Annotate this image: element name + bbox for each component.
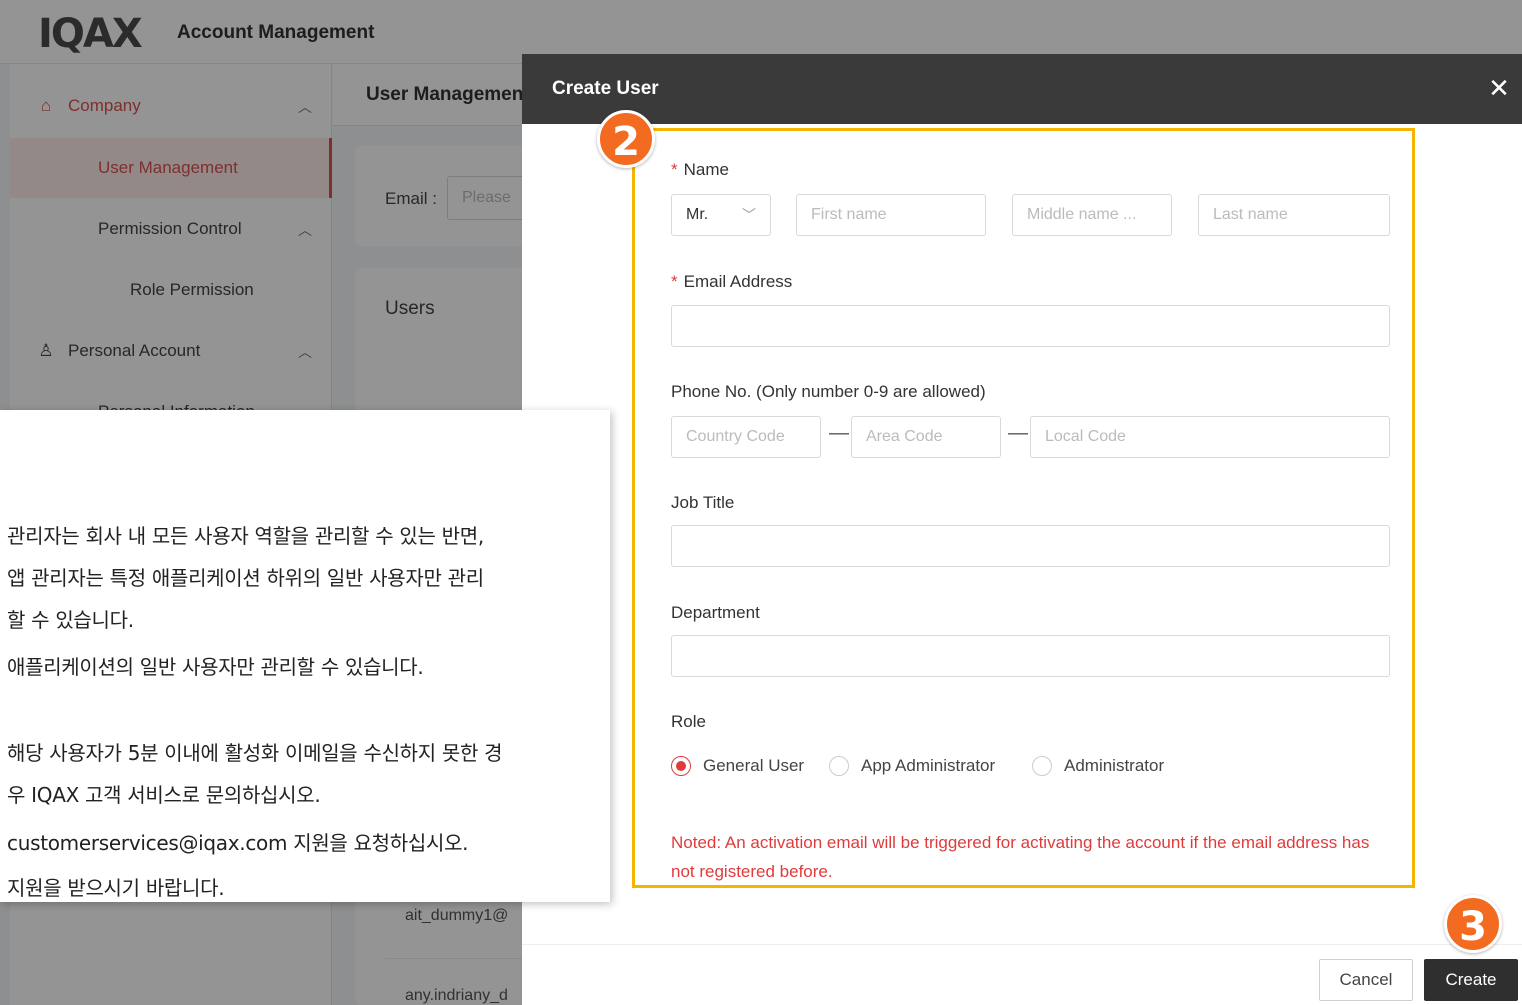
cancel-button[interactable]: Cancel [1319, 959, 1413, 1001]
modal-header: Create User ✕ [522, 54, 1522, 124]
email-field[interactable] [671, 305, 1390, 347]
instruction-callout: 관리자는 회사 내 모든 사용자 역할을 관리할 수 있는 반면, 앱 관리자는… [0, 410, 610, 902]
role-option-administrator[interactable]: Administrator [1032, 756, 1164, 776]
role-label: Role [671, 712, 706, 731]
required-mark: * [671, 272, 678, 291]
job-title-field[interactable] [671, 525, 1390, 567]
required-mark: * [671, 160, 678, 179]
middle-name-input[interactable]: Middle name ... [1012, 194, 1172, 236]
callout-text-line: 애플리케이션의 일반 사용자만 관리할 수 있습니다. [7, 655, 424, 679]
title-select-value: Mr. [686, 206, 709, 223]
email-label: * Email Address [671, 272, 792, 292]
local-code-input[interactable]: Local Code [1030, 416, 1390, 458]
close-icon[interactable]: ✕ [1486, 74, 1512, 102]
radio-selected-icon [671, 756, 691, 776]
callout-text-line: 우 IQAX 고객 서비스로 문의하십시오. [7, 783, 321, 807]
chevron-down-icon: ﹀ [742, 207, 756, 223]
radio-unselected-icon [1032, 756, 1052, 776]
title-select[interactable]: Mr. ﹀ [671, 194, 771, 236]
callout-text-line: 앱 관리자는 특정 애플리케이션 하위의 일반 사용자만 관리 [7, 566, 484, 590]
name-label: * Name [671, 160, 729, 180]
role-option-general-user[interactable]: General User [671, 756, 804, 776]
radio-unselected-icon [829, 756, 849, 776]
step-3-badge: 3 [1444, 895, 1502, 953]
modal-footer-divider [522, 944, 1522, 945]
phone-separator: — [1008, 422, 1028, 444]
callout-text-line: 할 수 있습니다. [7, 608, 134, 632]
callout-text-line: 해당 사용자가 5분 이내에 활성화 이메일을 수신하지 못한 경 [7, 741, 503, 765]
last-name-input[interactable]: Last name [1198, 194, 1390, 236]
callout-text-line: 지원을 받으시기 바랍니다. [7, 876, 225, 900]
phone-label: Phone No. (Only number 0-9 are allowed) [671, 382, 986, 401]
first-name-input[interactable]: First name [796, 194, 986, 236]
phone-separator: — [829, 422, 849, 444]
country-code-input[interactable]: Country Code [671, 416, 821, 458]
name-label-text: Name [683, 160, 729, 179]
department-field[interactable] [671, 635, 1390, 677]
role-option-label: Administrator [1064, 756, 1165, 775]
callout-text-line: customerservices@iqax.com 지원을 요청하십시오. [7, 831, 469, 855]
step-2-badge: 2 [597, 110, 655, 168]
role-option-app-administrator[interactable]: App Administrator [829, 756, 995, 776]
job-title-label: Job Title [671, 493, 735, 512]
role-option-label: App Administrator [861, 756, 996, 775]
email-label-text: Email Address [683, 272, 793, 291]
modal-title: Create User [552, 78, 659, 99]
activation-note: Noted: An activation email will be trigg… [671, 833, 1370, 881]
role-option-label: General User [703, 756, 805, 775]
callout-text-line: 관리자는 회사 내 모든 사용자 역할을 관리할 수 있는 반면, [7, 524, 484, 548]
area-code-input[interactable]: Area Code [851, 416, 1001, 458]
create-button[interactable]: Create [1424, 959, 1518, 1001]
department-label: Department [671, 603, 760, 622]
